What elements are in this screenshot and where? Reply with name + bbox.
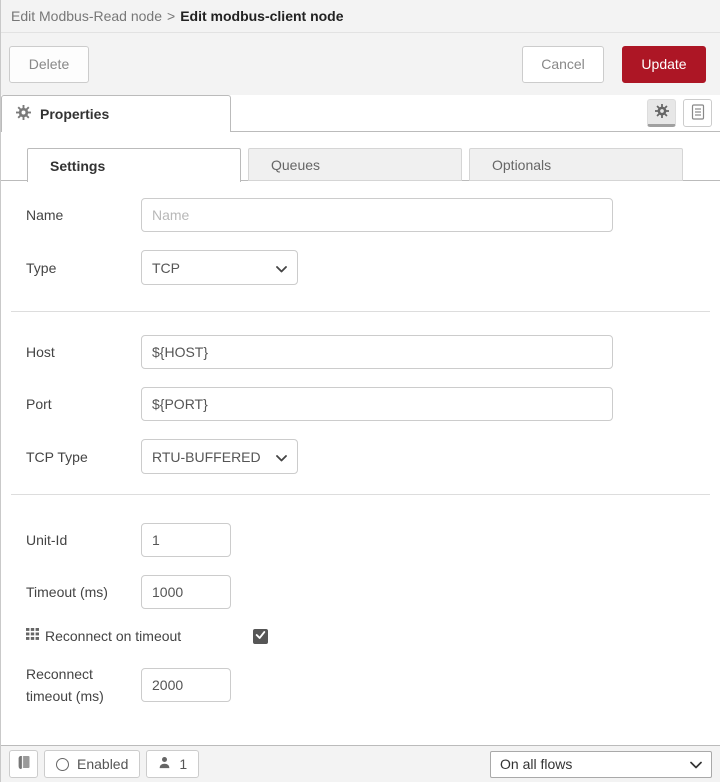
unit-id-input[interactable] — [141, 523, 231, 557]
gear-icon — [16, 105, 31, 123]
name-label: Name — [26, 207, 64, 223]
port-input[interactable] — [141, 387, 613, 421]
name-input[interactable] — [141, 198, 613, 232]
tab-optionals[interactable]: Optionals — [469, 148, 683, 181]
update-button[interactable]: Update — [622, 45, 706, 83]
cancel-button[interactable]: Cancel — [522, 45, 604, 83]
user-icon — [158, 756, 171, 772]
reconnect-on-timeout-labelgroup: Reconnect on timeout — [26, 627, 253, 645]
chevron-down-icon — [272, 449, 287, 465]
node-settings-button[interactable] — [647, 99, 676, 127]
type-label: Type — [26, 259, 57, 276]
node-help-button[interactable] — [683, 99, 712, 127]
properties-actions — [647, 99, 712, 127]
timeout-row: Timeout (ms) — [26, 575, 720, 609]
document-icon — [691, 103, 705, 123]
unit-id-label: Unit-Id — [26, 532, 68, 548]
tab-properties[interactable]: Properties — [1, 95, 231, 132]
chevron-down-icon — [690, 756, 702, 772]
port-label: Port — [26, 396, 52, 412]
check-icon — [255, 627, 266, 645]
chevron-down-icon — [272, 260, 287, 276]
gear-icon — [654, 103, 669, 121]
node-docs-button[interactable] — [9, 750, 38, 778]
tab-optionals-label: Optionals — [492, 156, 552, 173]
tab-settings[interactable]: Settings — [27, 148, 241, 182]
type-select[interactable]: TCP — [141, 250, 298, 285]
properties-tab-label: Properties — [40, 106, 110, 122]
tcp-type-select[interactable]: RTU-BUFFERED — [141, 439, 298, 474]
timeout-label: Timeout (ms) — [26, 584, 108, 600]
tab-settings-label: Settings — [50, 157, 106, 174]
name-row: Name — [26, 198, 720, 232]
book-icon — [17, 755, 31, 773]
tcp-type-row: TCP Type RTU-BUFFERED — [26, 439, 720, 474]
delete-button[interactable]: Delete — [9, 45, 89, 83]
circle-icon — [56, 757, 69, 771]
breadcrumb: Edit Modbus-Read node > Edit modbus-clie… — [1, 0, 720, 33]
deploy-scope-select[interactable]: On all flows — [490, 750, 712, 778]
port-row: Port — [26, 387, 720, 421]
breadcrumb-separator: > — [167, 8, 176, 24]
reconnect-timeout-label: Reconnect timeout (ms) — [26, 666, 104, 705]
settings-form: Name Type TCP Host Port TCP Type RTU-BU — [1, 181, 720, 708]
page-title: Edit modbus-client node — [180, 8, 344, 24]
grid-icon — [26, 627, 39, 645]
divider — [11, 311, 710, 312]
node-user-count: 1 — [179, 756, 188, 772]
enable-toggle-button[interactable]: Enabled — [44, 750, 141, 778]
host-input[interactable] — [141, 335, 613, 369]
properties-tab-bar: Properties — [1, 95, 720, 132]
host-row: Host — [26, 335, 720, 369]
type-select-value: TCP — [152, 259, 180, 276]
edit-node-dialog: Edit Modbus-Read node > Edit modbus-clie… — [0, 0, 720, 782]
enabled-label: Enabled — [77, 756, 129, 772]
reconnect-on-timeout-checkbox[interactable] — [253, 627, 268, 645]
host-label: Host — [26, 344, 55, 360]
dialog-toolbar: Delete Cancel Update — [1, 33, 720, 95]
type-row: Type TCP — [26, 250, 720, 285]
breadcrumb-parent-link[interactable]: Edit Modbus-Read node — [11, 8, 162, 24]
unit-id-row: Unit-Id — [26, 523, 720, 557]
dialog-footer: Enabled 1 On all flows — [1, 745, 720, 782]
reconnect-timeout-input[interactable] — [141, 668, 231, 703]
reconnect-timeout-row: Reconnect timeout (ms) — [26, 663, 720, 708]
tab-queues-label: Queues — [271, 156, 321, 173]
reconnect-on-timeout-row: Reconnect on timeout — [26, 627, 720, 645]
timeout-input[interactable] — [141, 575, 231, 609]
divider — [11, 494, 710, 495]
reconnect-on-timeout-label: Reconnect on timeout — [45, 628, 182, 644]
node-users-button[interactable]: 1 — [146, 750, 200, 778]
tcp-type-label: TCP Type — [26, 448, 88, 465]
tab-queues[interactable]: Queues — [248, 148, 462, 181]
form-tabs: Settings Queues Optionals — [1, 148, 720, 182]
deploy-scope-value: On all flows — [500, 756, 573, 772]
tcp-type-select-value: RTU-BUFFERED — [152, 448, 261, 465]
